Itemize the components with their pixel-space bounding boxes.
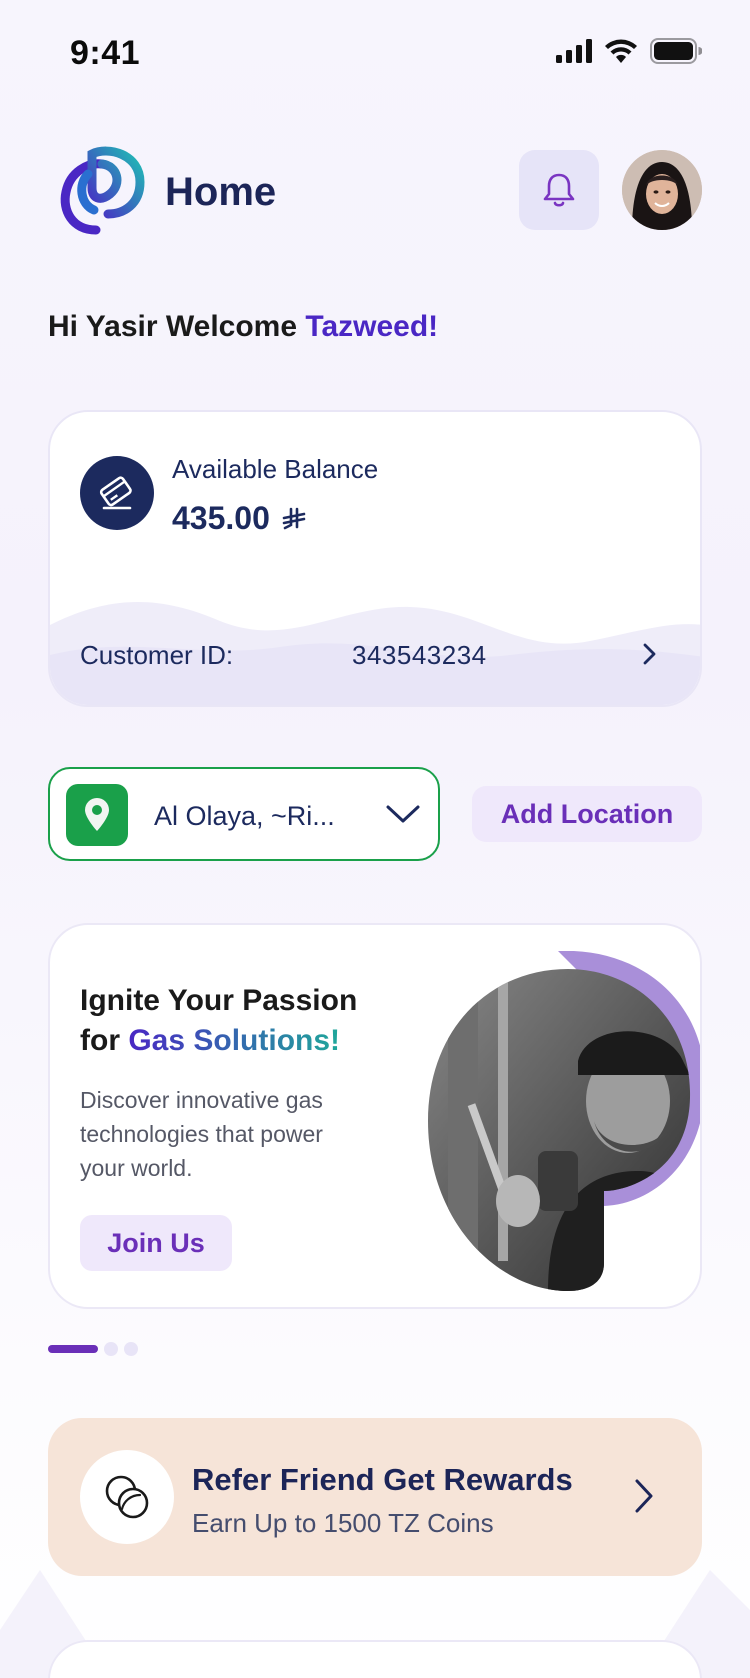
refer-subtitle: Earn Up to 1500 TZ Coins <box>192 1508 494 1538</box>
promo-description: Discover innovative gas technologies tha… <box>80 1087 323 1181</box>
status-bar: 9:41 <box>0 0 750 100</box>
carousel-indicator <box>48 1342 138 1356</box>
promo-title-highlight: Gas Solutions! <box>128 1024 341 1057</box>
carousel-dot[interactable] <box>104 1342 118 1356</box>
refer-title: Refer Friend Get Rewards <box>192 1462 573 1497</box>
balance-amount-row: 435.00 <box>172 500 306 537</box>
user-avatar[interactable] <box>622 150 702 230</box>
app-header: Home <box>0 140 750 240</box>
notifications-button[interactable] <box>519 150 599 230</box>
carousel-dot-active[interactable] <box>48 1345 98 1353</box>
battery-icon <box>650 38 702 64</box>
customer-id-value: 343543234 <box>352 640 487 670</box>
greeting-highlight: Tazweed! <box>305 310 439 343</box>
carousel-dot[interactable] <box>124 1342 138 1356</box>
chevron-right-icon[interactable] <box>632 1476 656 1516</box>
customer-id-label: Customer ID: <box>80 640 234 670</box>
wifi-icon <box>605 39 637 63</box>
join-us-button[interactable]: Join Us <box>80 1215 232 1271</box>
greeting-text: Hi Yasir Welcome Tazweed! <box>48 310 438 344</box>
coins-icon <box>80 1450 174 1544</box>
chevron-down-icon <box>386 805 420 823</box>
promo-banner[interactable]: Ignite Your Passion for Gas Solutions! D… <box>48 923 702 1309</box>
tazweed-logo <box>60 146 145 235</box>
promo-title: Ignite Your Passion for Gas Solutions! <box>80 981 410 1061</box>
status-icons <box>556 38 702 64</box>
avatar-image <box>622 150 702 230</box>
home-screen: 9:41 Home Hi Yasir Welcome Tazweed! Avai… <box>0 0 750 1678</box>
next-section-card <box>48 1640 702 1678</box>
status-time: 9:41 <box>70 34 141 72</box>
card-icon <box>80 456 154 530</box>
balance-card[interactable]: Available Balance 435.00 Customer ID: 34… <box>48 410 702 707</box>
balance-amount: 435.00 <box>172 500 270 536</box>
promo-title-line1: Ignite Your Passion <box>80 984 358 1017</box>
promo-title-prefix: for <box>80 1024 129 1057</box>
balance-label: Available Balance <box>172 454 379 484</box>
greeting-prefix: Hi Yasir Welcome <box>48 310 306 343</box>
promo-title-line2: for Gas Solutions! <box>80 1021 410 1061</box>
chevron-right-icon[interactable] <box>640 640 660 668</box>
technician-photo <box>428 951 700 1291</box>
riyal-symbol-icon <box>282 507 306 529</box>
refer-friend-card[interactable]: Refer Friend Get Rewards Earn Up to 1500… <box>48 1418 702 1576</box>
location-dropdown[interactable]: Al Olaya, ~Ri... <box>48 767 440 861</box>
location-pin-icon <box>66 784 128 846</box>
selected-location: Al Olaya, ~Ri... <box>154 801 335 831</box>
add-location-button[interactable]: Add Location <box>472 786 702 842</box>
cellular-signal-icon <box>556 39 592 63</box>
bell-icon <box>543 173 575 207</box>
page-title: Home <box>165 170 277 214</box>
